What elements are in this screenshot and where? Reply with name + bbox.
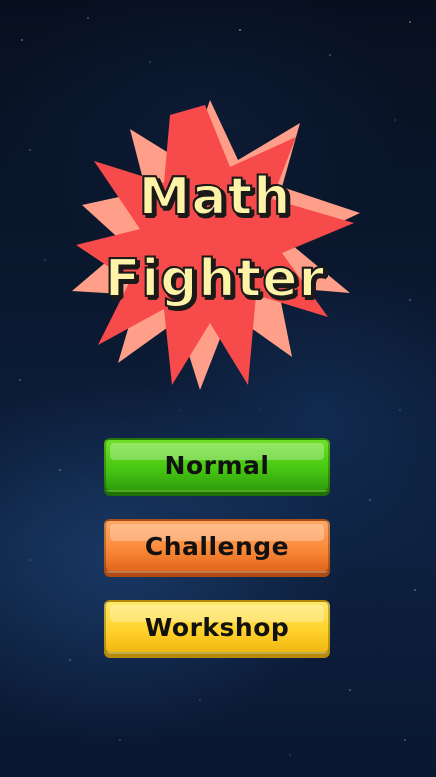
normal-mode-label: Normal	[164, 450, 270, 480]
game-logo: Math Fighter	[60, 95, 370, 395]
normal-mode-button[interactable]: Normal	[104, 438, 330, 492]
title-line-math: Math	[138, 166, 292, 228]
burst-icon	[72, 100, 360, 390]
title-line-fighter: Fighter	[104, 248, 326, 310]
challenge-mode-button[interactable]: Challenge	[104, 519, 330, 573]
workshop-mode-label: Workshop	[144, 612, 290, 642]
workshop-mode-button[interactable]: Workshop	[104, 600, 330, 654]
challenge-mode-label: Challenge	[144, 531, 290, 561]
